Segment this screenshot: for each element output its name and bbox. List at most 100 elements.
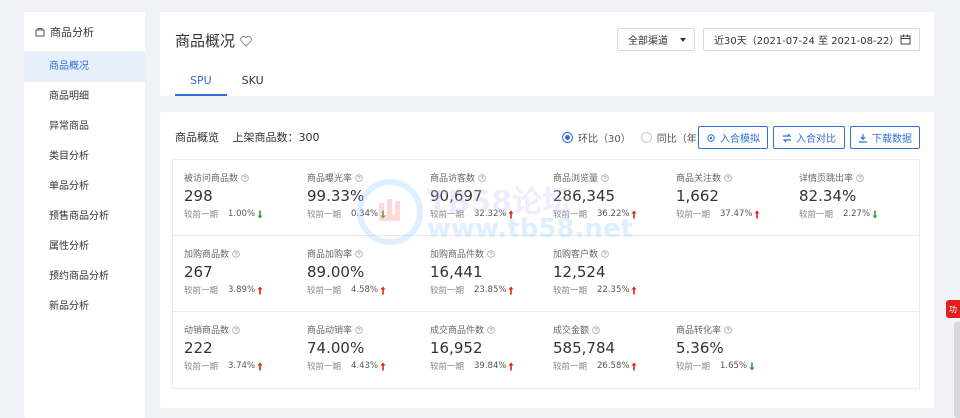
metric-card[interactable]: 商品转化率 5.36% 较前一期 1.65% — [665, 312, 788, 388]
download-button[interactable]: 下载数据 — [850, 126, 920, 149]
metric-compare: 较前一期 32.32% — [430, 208, 542, 220]
metric-value: 16,441 — [430, 263, 483, 281]
sidebar-item[interactable]: 类目分析 — [24, 142, 145, 172]
metric-value: 74.00% — [307, 339, 365, 357]
compare-label: 较前一期 — [307, 210, 342, 220]
arrow-down-icon — [872, 210, 878, 219]
compare-percent: 22.35% — [597, 285, 630, 295]
metric-compare: 较前一期 0.34% — [307, 208, 419, 220]
metric-compare: 较前一期 1.00% — [184, 208, 296, 220]
help-question-icon[interactable] — [601, 173, 609, 182]
sidebar-header[interactable]: 商品分析 — [24, 12, 145, 52]
metric-label: 商品曝光率 — [307, 171, 419, 184]
sidebar-item[interactable]: 商品概况 — [24, 52, 145, 82]
arrow-up-icon — [508, 286, 514, 295]
metric-card[interactable]: 商品浏览量 286,345 较前一期 36.22% — [542, 160, 665, 235]
favorite-heart-icon[interactable] — [239, 34, 253, 48]
metric-value: 82.34% — [799, 187, 857, 205]
tab-spu[interactable]: SPU — [175, 70, 227, 96]
date-range-picker[interactable]: 近30天（2021-07-24 至 2021-08-22） — [703, 28, 920, 51]
compare-percent: 4.43% — [351, 361, 379, 371]
metric-compare: 较前一期 37.47% — [676, 208, 788, 220]
arrow-up-icon — [380, 362, 386, 371]
compare-percent: 36.22% — [597, 209, 630, 219]
channel-select[interactable]: 全部渠道 — [617, 28, 695, 51]
compare-model-button[interactable]: 入合模拟 — [698, 126, 768, 149]
compare-label: 较前一期 — [553, 286, 588, 296]
help-question-icon[interactable] — [355, 325, 363, 334]
metric-card[interactable]: 商品访客数 90,697 较前一期 32.32% — [419, 160, 542, 235]
compare-percent: 4.58% — [351, 285, 379, 295]
metric-card[interactable]: 加购商品数 267 较前一期 3.89% — [173, 236, 296, 311]
compare-percent: 0.34% — [351, 209, 379, 219]
radio-yoy[interactable]: 同比（年） — [640, 130, 707, 145]
metric-card[interactable]: 成交金额 585,784 较前一期 26.58% — [542, 312, 665, 388]
compare-button[interactable]: 入合对比 — [773, 126, 845, 149]
arrow-down-icon — [257, 210, 263, 219]
sidebar-item[interactable]: 预约商品分析 — [24, 262, 145, 292]
metric-card[interactable]: 商品关注数 1,662 较前一期 37.47% — [665, 160, 788, 235]
metric-value: 89.00% — [307, 263, 365, 281]
metric-value: 1,662 — [676, 187, 719, 205]
arrow-up-icon — [754, 210, 760, 219]
help-question-icon[interactable] — [724, 173, 732, 182]
metric-compare: 较前一期 22.35% — [553, 284, 665, 296]
metric-card[interactable]: 动销商品数 222 较前一期 3.74% — [173, 312, 296, 388]
help-question-icon[interactable] — [478, 173, 486, 182]
help-question-icon[interactable] — [601, 249, 609, 258]
help-question-icon[interactable] — [724, 325, 732, 334]
metric-card[interactable]: 商品动销率 74.00% 较前一期 4.43% — [296, 312, 419, 388]
metric-label-text: 加购商品数 — [184, 250, 230, 260]
metric-value: 286,345 — [553, 187, 616, 205]
metric-card[interactable]: 详情页跳出率 82.34% 较前一期 2.27% — [788, 160, 911, 235]
help-question-icon[interactable] — [232, 325, 240, 334]
metric-label: 商品关注数 — [676, 171, 788, 184]
help-question-icon[interactable] — [487, 249, 495, 258]
sidebar-item[interactable]: 商品明细 — [24, 82, 145, 112]
calendar-icon — [900, 34, 911, 45]
metric-card[interactable]: 商品加购率 89.00% 较前一期 4.58% — [296, 236, 419, 311]
metric-card[interactable]: 加购客户数 12,524 较前一期 22.35% — [542, 236, 665, 311]
overview-title: 商品概览 上架商品数：300 — [175, 129, 320, 145]
edge-badge[interactable]: 功 — [946, 300, 960, 318]
page-title: 商品概况 — [175, 30, 253, 51]
sidebar-item[interactable]: 预售商品分析 — [24, 202, 145, 232]
compare-percent: 39.84% — [474, 361, 507, 371]
help-question-icon[interactable] — [355, 249, 363, 258]
radio-mom[interactable]: 环比（30） — [562, 130, 631, 145]
metric-label: 商品动销率 — [307, 323, 419, 336]
sidebar-item[interactable]: 属性分析 — [24, 232, 145, 262]
metric-compare: 较前一期 1.65% — [676, 360, 788, 372]
help-question-icon[interactable] — [232, 249, 240, 258]
metric-label-text: 详情页跳出率 — [799, 174, 854, 184]
help-question-icon[interactable] — [355, 173, 363, 182]
sidebar-item[interactable]: 新品分析 — [24, 292, 145, 322]
compare-label: 较前一期 — [676, 362, 711, 372]
help-question-icon[interactable] — [487, 325, 495, 334]
sidebar-item[interactable]: 单品分析 — [24, 172, 145, 202]
channel-select-value: 全部渠道 — [628, 36, 668, 47]
metric-card[interactable]: 商品曝光率 99.33% 较前一期 0.34% — [296, 160, 419, 235]
help-question-icon[interactable] — [856, 173, 864, 182]
listed-count: 上架商品数：300 — [232, 131, 320, 144]
metric-label: 加购商品数 — [184, 247, 296, 260]
compare-percent: 32.32% — [474, 209, 507, 219]
help-question-icon[interactable] — [241, 173, 249, 182]
metric-value: 585,784 — [553, 339, 616, 357]
metric-card[interactable]: 被访问商品数 298 较前一期 1.00% — [173, 160, 296, 235]
metric-label-text: 商品动销率 — [307, 326, 353, 336]
sidebar-item[interactable]: 异常商品 — [24, 112, 145, 142]
compare-percent: 1.00% — [228, 209, 256, 219]
radio-unchecked-icon — [640, 132, 652, 143]
edge-scroll-handle[interactable] — [954, 322, 960, 418]
help-question-icon[interactable] — [592, 325, 600, 334]
metric-value: 99.33% — [307, 187, 365, 205]
metric-card[interactable]: 加购商品件数 16,441 较前一期 23.85% — [419, 236, 542, 311]
tab-sku[interactable]: SKU — [227, 70, 279, 96]
radio-checked-icon — [562, 132, 573, 143]
metric-label-text: 被访问商品数 — [184, 174, 239, 184]
metric-card[interactable]: 成交商品件数 16,952 较前一期 39.84% — [419, 312, 542, 388]
overview-card: 商品概览 上架商品数：300 环比（30） 同比（年） 入合模拟 入合对比 下载… — [160, 112, 934, 408]
overview-title-text: 商品概览 — [175, 131, 219, 144]
metric-label-text: 加购客户数 — [553, 250, 599, 260]
